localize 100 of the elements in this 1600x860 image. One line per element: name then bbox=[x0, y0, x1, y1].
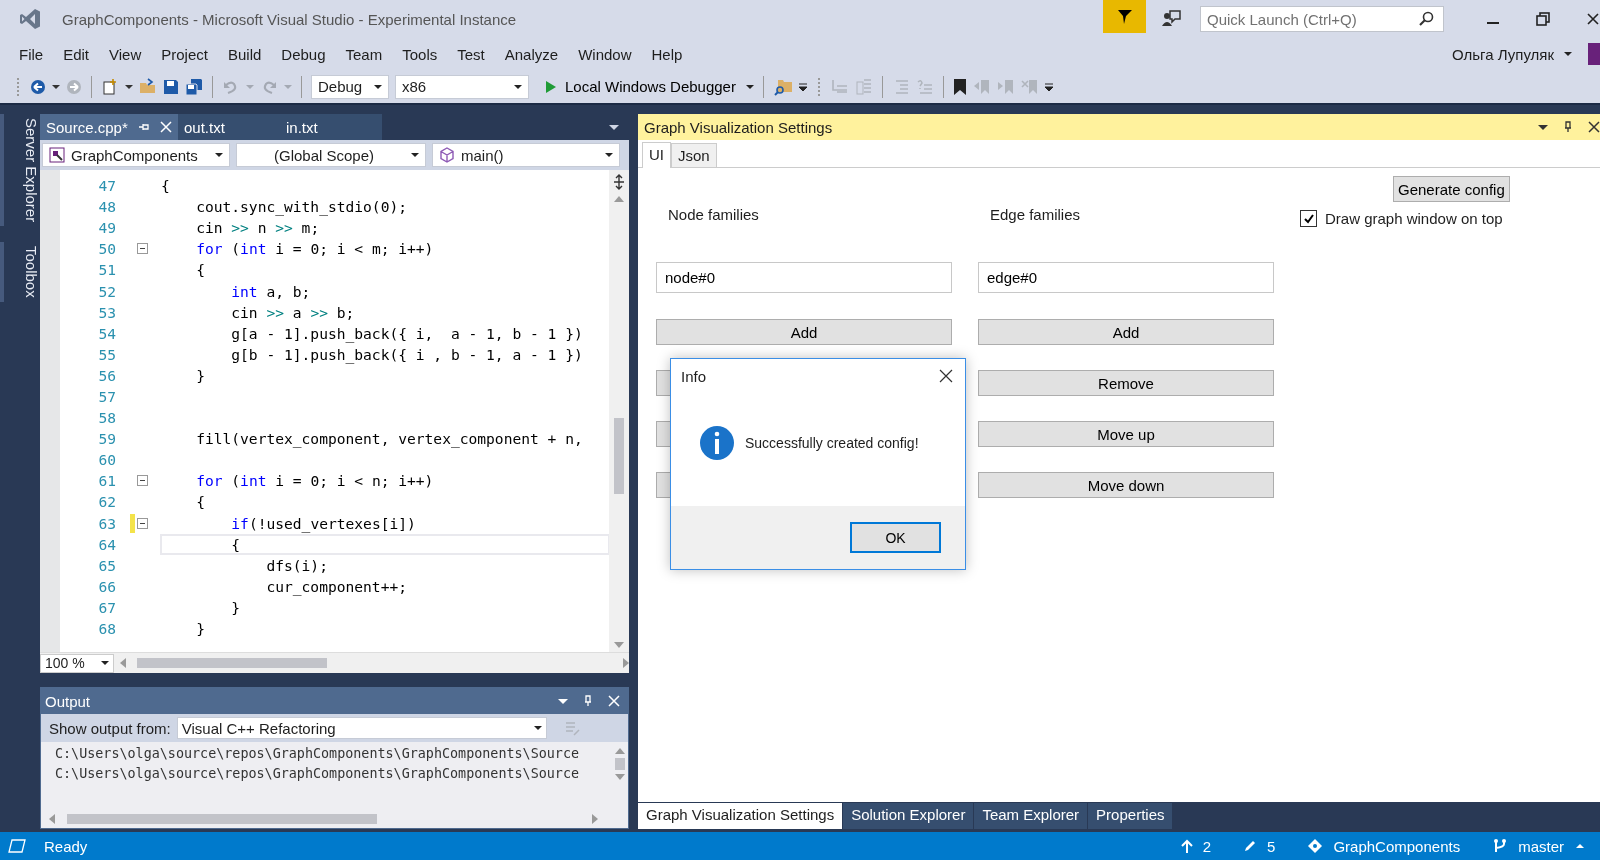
split-icon[interactable] bbox=[612, 174, 626, 190]
scroll-thumb[interactable] bbox=[615, 758, 625, 770]
collapse-icon[interactable] bbox=[137, 475, 148, 487]
menu-item[interactable]: Analyze bbox=[497, 43, 566, 65]
menu-item[interactable]: Tools bbox=[395, 43, 445, 65]
menu-item[interactable]: Help bbox=[644, 43, 690, 65]
dropdown-icon[interactable] bbox=[1538, 123, 1548, 131]
tool-window-tab[interactable]: Solution Explorer bbox=[843, 803, 974, 829]
branch-name[interactable]: master bbox=[1518, 837, 1564, 855]
save-all-icon[interactable] bbox=[185, 77, 203, 96]
generate-config-button[interactable]: Generate config bbox=[1393, 176, 1510, 202]
document-tab[interactable]: out.txt bbox=[178, 114, 280, 140]
edge-family-button[interactable]: Move up bbox=[978, 421, 1274, 447]
line-number: 50 bbox=[97, 240, 116, 258]
scroll-up-icon[interactable] bbox=[615, 748, 625, 754]
pin-icon[interactable] bbox=[582, 695, 594, 707]
menu-item[interactable]: Debug bbox=[274, 43, 333, 65]
checkbox-label: Draw graph window on top bbox=[1325, 210, 1503, 227]
caret-icon[interactable] bbox=[52, 82, 60, 91]
menu-item[interactable]: Window bbox=[571, 43, 639, 65]
ok-button[interactable]: OK bbox=[850, 522, 941, 553]
changes-count[interactable]: 5 bbox=[1267, 837, 1276, 855]
pin-icon[interactable] bbox=[137, 121, 150, 133]
menu-item[interactable]: Test bbox=[450, 43, 492, 65]
tool-window-tab[interactable]: Properties bbox=[1088, 803, 1173, 829]
pushes-count[interactable]: 2 bbox=[1202, 837, 1212, 855]
new-project-icon[interactable] bbox=[101, 77, 119, 96]
line-number: 48 bbox=[97, 198, 116, 216]
scope-dropdown[interactable]: (Global Scope) bbox=[236, 143, 426, 167]
scroll-left-icon[interactable] bbox=[120, 658, 126, 668]
pin-icon[interactable] bbox=[1562, 121, 1574, 133]
menu-item[interactable]: Team bbox=[338, 43, 390, 65]
edge-family-button[interactable]: Remove bbox=[978, 370, 1274, 396]
caret-icon[interactable] bbox=[125, 82, 133, 91]
restore-icon[interactable] bbox=[1536, 12, 1550, 26]
line-number: 47 bbox=[97, 177, 116, 195]
output-source-dropdown[interactable]: Visual C++ Refactoring bbox=[176, 717, 547, 739]
menu-item[interactable]: Project bbox=[154, 43, 215, 65]
repository-name[interactable]: GraphComponents bbox=[1333, 837, 1461, 855]
dropdown-icon[interactable] bbox=[558, 697, 568, 705]
caret-icon[interactable] bbox=[745, 82, 754, 91]
dropdown-icon[interactable] bbox=[609, 123, 619, 131]
quick-launch-field[interactable]: Quick Launch (Ctrl+Q) bbox=[1200, 6, 1444, 32]
menu-item[interactable]: File bbox=[12, 43, 51, 65]
menu-item[interactable]: View bbox=[102, 43, 149, 65]
notification-icon[interactable] bbox=[8, 839, 26, 853]
document-tab[interactable]: Source.cpp* bbox=[40, 114, 178, 140]
branch-icon[interactable] bbox=[1492, 838, 1509, 854]
overflow-icon[interactable] bbox=[1044, 81, 1053, 92]
code-line: { bbox=[195, 492, 206, 512]
configuration-dropdown[interactable]: Debug bbox=[311, 74, 389, 99]
menu-item[interactable]: Edit bbox=[56, 43, 97, 65]
scroll-right-icon[interactable] bbox=[592, 814, 598, 824]
save-icon[interactable] bbox=[163, 78, 179, 95]
scroll-up-icon[interactable] bbox=[614, 196, 624, 202]
scroll-thumb[interactable] bbox=[67, 814, 377, 824]
find-in-folder-icon[interactable] bbox=[772, 77, 793, 96]
line-number: 59 bbox=[97, 430, 116, 448]
scroll-left-icon[interactable] bbox=[49, 814, 55, 824]
scroll-right-icon[interactable] bbox=[623, 658, 629, 668]
close-icon[interactable] bbox=[1586, 12, 1600, 26]
up-arrow-icon[interactable] bbox=[1180, 839, 1193, 853]
member-dropdown[interactable]: main() bbox=[432, 143, 620, 167]
scroll-down-icon[interactable] bbox=[615, 774, 625, 780]
menu-item[interactable]: Build bbox=[220, 43, 269, 65]
edge-family-button[interactable]: Move down bbox=[978, 472, 1274, 498]
checkbox[interactable] bbox=[1300, 210, 1317, 227]
node-family-field[interactable]: node#0 bbox=[656, 262, 952, 293]
settings-tab[interactable]: Json bbox=[671, 143, 717, 167]
tool-window-tab[interactable]: Graph Visualization Settings bbox=[638, 803, 843, 829]
platform-dropdown[interactable]: x86 bbox=[395, 74, 529, 99]
feedback-icon[interactable] bbox=[1160, 9, 1182, 29]
scroll-thumb[interactable] bbox=[137, 658, 327, 668]
filter-button[interactable] bbox=[1103, 0, 1146, 33]
overflow-icon[interactable] bbox=[798, 81, 807, 92]
user-name[interactable]: Ольга Лупуляк bbox=[1452, 45, 1554, 63]
open-folder-icon[interactable] bbox=[139, 77, 157, 96]
tool-window-tab[interactable]: Team Explorer bbox=[974, 803, 1088, 829]
bookmark-icon[interactable] bbox=[952, 77, 967, 96]
caret-icon[interactable] bbox=[1564, 50, 1572, 58]
project-dropdown[interactable]: GraphComponents bbox=[42, 143, 230, 167]
collapse-icon[interactable] bbox=[137, 243, 148, 255]
node-family-button[interactable]: Add bbox=[656, 319, 952, 345]
document-tab[interactable]: in.txt bbox=[280, 114, 382, 140]
code-line: g[b - 1].push_back({ i , b - 1, a - 1 }) bbox=[230, 344, 584, 364]
edge-family-button[interactable]: Add bbox=[978, 319, 1274, 345]
close-icon[interactable] bbox=[939, 369, 953, 383]
close-icon[interactable] bbox=[1588, 121, 1600, 133]
settings-tab[interactable]: UI bbox=[642, 142, 671, 168]
diamond-icon[interactable] bbox=[1307, 838, 1324, 854]
back-icon[interactable] bbox=[30, 78, 46, 95]
pencil-icon[interactable] bbox=[1243, 839, 1258, 853]
zoom-dropdown[interactable]: 100 % bbox=[40, 653, 114, 673]
scroll-down-icon[interactable] bbox=[614, 642, 624, 648]
caret-icon bbox=[514, 82, 522, 91]
start-debugging-button[interactable]: Local Windows Debugger bbox=[535, 78, 740, 95]
edge-family-field[interactable]: edge#0 bbox=[978, 262, 1274, 293]
code-line: cin >> n >> m; bbox=[195, 218, 321, 238]
collapse-icon[interactable] bbox=[137, 517, 148, 529]
scroll-thumb[interactable] bbox=[614, 418, 624, 494]
